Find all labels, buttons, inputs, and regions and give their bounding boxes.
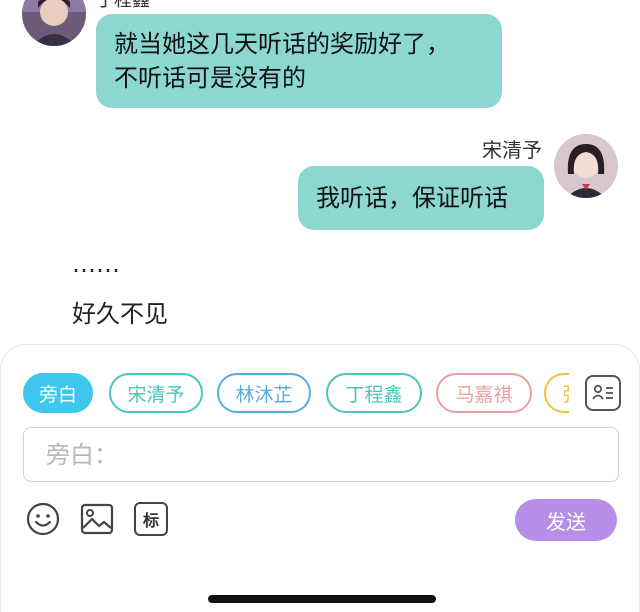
image-button[interactable] [79, 501, 115, 537]
avatar-portrait-icon [554, 134, 618, 198]
contact-card-icon [592, 384, 613, 400]
send-button[interactable]: 发送 [515, 499, 617, 541]
role-chip-dingchengxin[interactable]: 丁程鑫 [326, 373, 422, 413]
role-selector: 旁白 宋清予 林沐芷 丁程鑫 马嘉祺 张 [23, 373, 569, 415]
sender-name-left: 丁程鑫 [96, 0, 150, 11]
composer-panel: 旁白 宋清予 林沐芷 丁程鑫 马嘉祺 张 [0, 344, 640, 612]
message-input[interactable] [23, 427, 619, 482]
narration-text: …… [72, 250, 120, 278]
mark-label: 标 [134, 502, 168, 536]
role-chip-linmuzhi[interactable]: 林沐芷 [217, 373, 311, 413]
home-indicator [208, 595, 436, 603]
image-icon [80, 503, 114, 535]
role-chip-songqingyu[interactable]: 宋清予 [109, 373, 203, 413]
avatar-songqingyu[interactable] [554, 134, 618, 198]
smiley-icon [26, 502, 60, 536]
role-chip-majiaqi[interactable]: 马嘉祺 [436, 373, 532, 413]
role-chip-zhang[interactable]: 张 [544, 373, 569, 413]
narration-text: 好久不见 [72, 300, 168, 328]
chat-screen: 丁程鑫 就当她这几天听话的奖励好了， 不听话可是没有的 宋清予 我听话，保证听话… [0, 0, 640, 612]
message-bubble-right[interactable]: 我听话，保证听话 [298, 166, 544, 230]
avatar-dingchengxin[interactable] [22, 0, 86, 46]
mark-button[interactable]: 标 [133, 501, 169, 537]
emoji-button[interactable] [25, 501, 61, 537]
message-text-line: 就当她这几天听话的奖励好了， [114, 30, 450, 58]
message-text-line: 不听话可是没有的 [114, 64, 306, 92]
role-chip-narrator[interactable]: 旁白 [23, 373, 93, 413]
avatar-portrait-icon [22, 0, 86, 46]
message-bubble-left[interactable]: 就当她这几天听话的奖励好了， 不听话可是没有的 [96, 14, 502, 108]
role-manager-button[interactable] [585, 375, 621, 411]
sender-name-right: 宋清予 [482, 138, 542, 162]
